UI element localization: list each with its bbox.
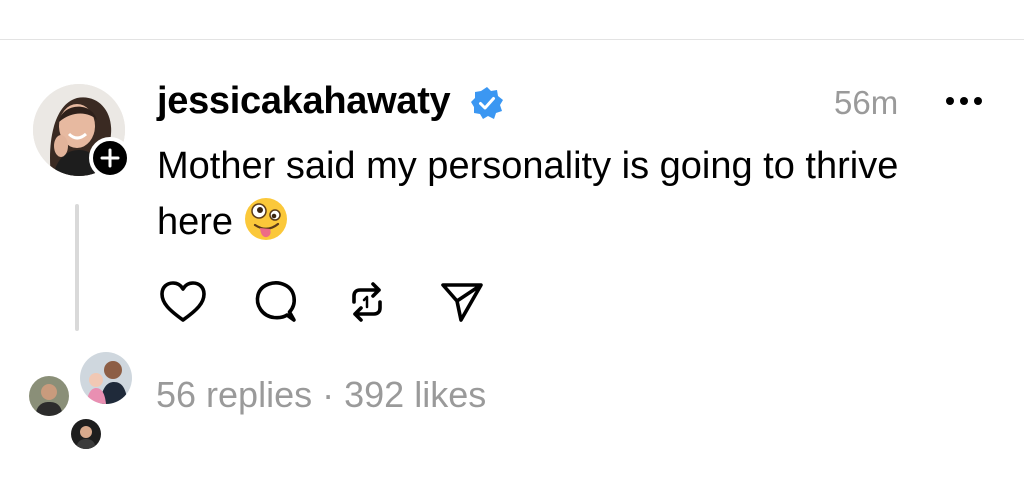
post-timestamp: 56m bbox=[834, 84, 899, 121]
top-divider bbox=[0, 39, 1024, 40]
replier-avatar[interactable] bbox=[68, 416, 104, 452]
replier-avatar-image bbox=[71, 419, 101, 449]
plus-icon bbox=[100, 148, 120, 168]
replies-count[interactable]: 56 replies bbox=[156, 374, 312, 415]
replier-avatar[interactable] bbox=[26, 373, 72, 419]
like-icon[interactable] bbox=[157, 276, 209, 328]
repost-icon[interactable] bbox=[341, 276, 393, 328]
verified-badge-icon bbox=[471, 87, 503, 119]
username[interactable]: jessicakahawaty bbox=[157, 80, 451, 123]
replier-avatar-image bbox=[29, 376, 69, 416]
follow-button[interactable] bbox=[89, 137, 131, 179]
stats-separator: · bbox=[322, 374, 335, 415]
zany-face-emoji-icon bbox=[245, 198, 288, 240]
more-options-icon[interactable] bbox=[941, 86, 987, 116]
replier-avatar-image bbox=[80, 352, 132, 404]
replier-avatar[interactable] bbox=[77, 349, 135, 407]
post-stats: 56 replies · 392 likes bbox=[156, 374, 486, 416]
comment-icon[interactable] bbox=[249, 276, 301, 328]
share-icon[interactable] bbox=[436, 276, 488, 328]
post-body: Mother said my personality is going to t… bbox=[157, 138, 977, 250]
likes-count[interactable]: 392 likes bbox=[344, 374, 486, 415]
thread-line bbox=[75, 204, 79, 331]
